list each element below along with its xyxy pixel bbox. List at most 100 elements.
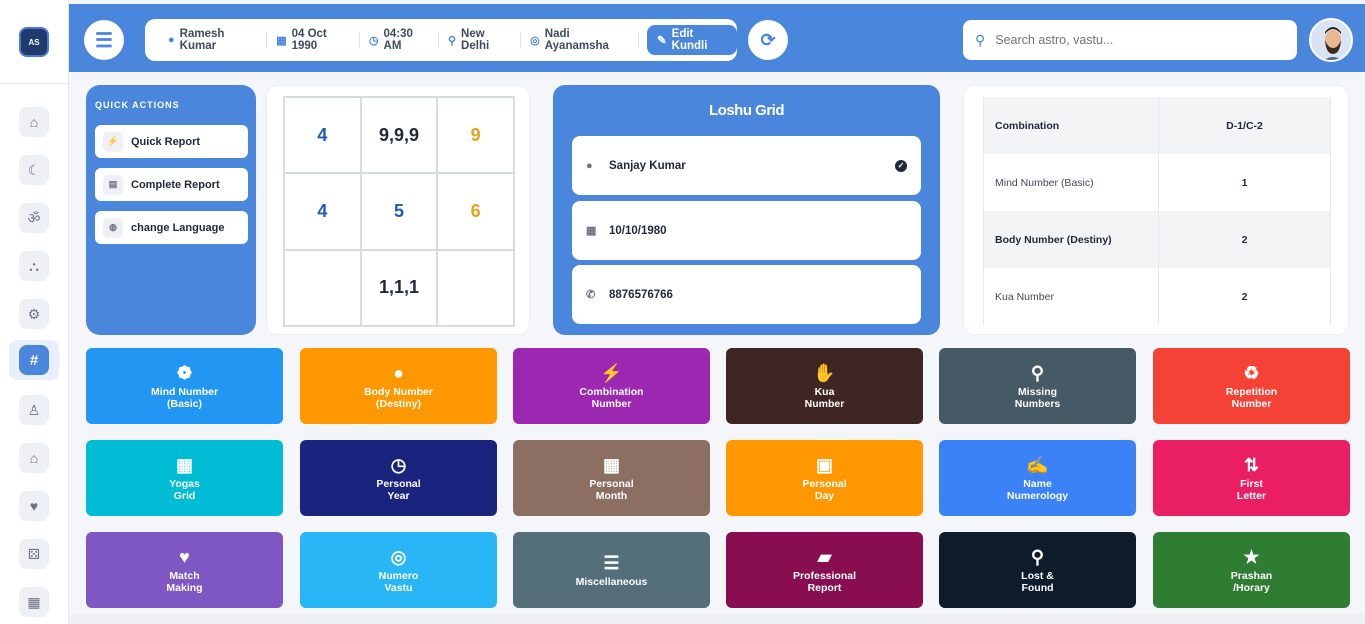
tile-match-making[interactable]: ♥ Match Making	[86, 532, 283, 608]
profile-time: ◷ 04:30 AM	[360, 28, 439, 52]
calendar-day-icon: ▣	[815, 454, 833, 475]
search-icon: ⚲	[1030, 362, 1045, 383]
brain-icon: ❁	[176, 362, 193, 383]
tile-repetition-number[interactable]: ♻ Repetition Number	[1153, 348, 1350, 424]
dice-icon: ⚄	[27, 545, 41, 562]
bottom-strip	[69, 614, 1365, 624]
tile-label: Miscellaneous	[575, 575, 648, 588]
tile-label: Professional Report	[792, 569, 857, 594]
calendar-icon: ▦	[586, 225, 597, 237]
grid-cell: 9,9,9	[360, 97, 438, 174]
tile-personal-year[interactable]: ◷ Personal Year	[300, 440, 497, 516]
tile-label: Mind Number (Basic)	[150, 385, 219, 410]
heart-check-icon: ♥	[179, 546, 190, 567]
calendar-icon: ▦	[602, 454, 620, 475]
phone-field[interactable]: ✆ 8876576766	[572, 265, 921, 324]
combination-table: Combination D-1/C-2 Mind Number (Basic) …	[983, 97, 1331, 325]
sidebar-item-calendar[interactable]: ▦	[19, 587, 49, 617]
search-chart-icon: ⚲	[1030, 546, 1045, 567]
heart-icon: ♥	[29, 498, 39, 514]
sidebar-item-house[interactable]: ⌂	[19, 443, 49, 473]
home-icon: ⌂	[29, 114, 39, 130]
tile-prashan-horary[interactable]: ★ Prashan /Horary	[1153, 532, 1350, 608]
clock-icon: ◷	[368, 34, 379, 47]
edit-kundli-button[interactable]: ✎ Edit Kundli	[647, 25, 737, 55]
profile-place: ⚲ New Delhi	[439, 28, 522, 52]
tile-body-number-destiny[interactable]: ● Body Number (Destiny)	[300, 348, 497, 424]
tile-label: Name Numerology	[1006, 477, 1069, 502]
tile-professional-report[interactable]: ▰ Professional Report	[726, 532, 923, 608]
list-icon: ☰	[603, 552, 620, 573]
gear-icon: ⚙	[27, 305, 41, 322]
grid-cell: 4	[284, 97, 361, 174]
user-icon: ●	[586, 159, 593, 172]
compass-icon: ◎	[390, 546, 407, 567]
tile-label: Missing Numbers	[1014, 385, 1061, 410]
grid-cell	[284, 249, 361, 326]
edit-icon: ✎	[657, 35, 667, 47]
sidebar-item-dice[interactable]: ⚄	[19, 539, 49, 569]
complete-report-button[interactable]: ▤ Complete Report	[95, 168, 248, 201]
sort-alpha-icon: ⇅	[1243, 454, 1260, 475]
profile-name: ● Ramesh Kumar	[159, 28, 268, 52]
sidebar-item-hashtag[interactable]: #	[9, 340, 59, 380]
grid-cell: 6	[437, 173, 514, 250]
tile-yogas-grid[interactable]: ▦ Yogas Grid	[86, 440, 283, 516]
tile-lost-found[interactable]: ⚲ Lost & Found	[939, 532, 1136, 608]
user-astronaut-icon: ♙	[27, 401, 41, 418]
loshu-grid-panel: Loshu Grid ● Sanjay Kumar ✓ ▦ 10/10/1980…	[553, 85, 940, 335]
change-language-button[interactable]: ◍ change Language	[95, 211, 248, 244]
table-row: Mind Number (Basic) 1	[983, 154, 1331, 211]
search-input[interactable]	[995, 33, 1276, 47]
profile-ayanamsha: ◎ Nadi Ayanamsha	[521, 28, 640, 52]
app-logo[interactable]: AS	[19, 27, 49, 57]
sitemap-icon: ⛬	[29, 257, 39, 274]
avatar[interactable]	[1309, 18, 1353, 62]
tile-first-letter[interactable]: ⇅ First Letter	[1153, 440, 1350, 516]
sidebar-item-sitemap[interactable]: ⛬	[19, 251, 49, 281]
tile-mind-number-basic[interactable]: ❁ Mind Number (Basic)	[86, 348, 283, 424]
user-icon: ●	[168, 34, 175, 46]
briefcase-icon: ▰	[817, 546, 832, 567]
combination-table-card: Combination D-1/C-2 Mind Number (Basic) …	[963, 85, 1349, 335]
hashtag-icon: #	[19, 345, 49, 375]
quick-report-button[interactable]: ⚡ Quick Report	[95, 125, 248, 158]
house-icon: ⌂	[29, 450, 39, 466]
sidebar-item-om[interactable]: ॐ	[19, 203, 49, 233]
dob-field[interactable]: ▦ 10/10/1980	[572, 201, 921, 260]
refresh-button[interactable]: ⟳	[748, 20, 788, 60]
number-grid-card: 4 9,9,9 9 4 5 6 1,1,1	[266, 85, 530, 335]
tile-numero-vastu[interactable]: ◎ Numero Vastu	[300, 532, 497, 608]
sidebar-item-user-astronaut[interactable]: ♙	[19, 395, 49, 425]
bolt-icon: ⚡	[103, 131, 123, 152]
loshu-title: Loshu Grid	[709, 102, 785, 119]
grid-cell: 9	[437, 97, 514, 174]
kundli-info-bar: ● Ramesh Kumar ▦ 04 Oct 1990 ◷ 04:30 AM …	[145, 19, 737, 61]
user-icon: ●	[393, 362, 404, 383]
quick-actions-title: QUICK ACTIONS	[95, 100, 180, 110]
tile-kua-number[interactable]: ✋ Kua Number	[726, 348, 923, 424]
sidebar: AS ⌂ ☾ ॐ ⛬ ⚙ # ♙ ⌂ ♥ ⚄ ▦	[0, 0, 69, 624]
menu-toggle-button[interactable]: ☰	[84, 20, 124, 60]
tile-miscellaneous[interactable]: ☰ Miscellaneous	[513, 532, 710, 608]
top-bar: ☰ ● Ramesh Kumar ▦ 04 Oct 1990 ◷ 04:30 A…	[69, 4, 1365, 72]
tile-label: Kua Number	[804, 385, 845, 410]
tile-label: Personal Month	[589, 477, 634, 502]
tile-label: Numero Vastu	[378, 569, 419, 594]
number-grid: 4 9,9,9 9 4 5 6 1,1,1	[283, 96, 515, 327]
sidebar-item-heart[interactable]: ♥	[19, 491, 49, 521]
tile-name-numerology[interactable]: ✍ Name Numerology	[939, 440, 1136, 516]
tile-personal-month[interactable]: ▦ Personal Month	[513, 440, 710, 516]
quick-actions-panel: QUICK ACTIONS ⚡ Quick Report ▤ Complete …	[86, 85, 256, 335]
tile-combination-number[interactable]: ⚡ Combination Number	[513, 348, 710, 424]
sidebar-item-home[interactable]: ⌂	[19, 107, 49, 137]
tile-label: Prashan /Horary	[1230, 569, 1273, 594]
search-icon: ⚲	[975, 31, 986, 48]
sidebar-item-moon-star[interactable]: ☾	[19, 155, 49, 185]
name-field[interactable]: ● Sanjay Kumar ✓	[572, 136, 921, 195]
refresh-icon: ⟳	[760, 29, 776, 50]
tile-missing-numbers[interactable]: ⚲ Missing Numbers	[939, 348, 1136, 424]
sidebar-item-gear[interactable]: ⚙	[19, 299, 49, 329]
tile-label: Personal Year	[376, 477, 421, 502]
tile-personal-day[interactable]: ▣ Personal Day	[726, 440, 923, 516]
